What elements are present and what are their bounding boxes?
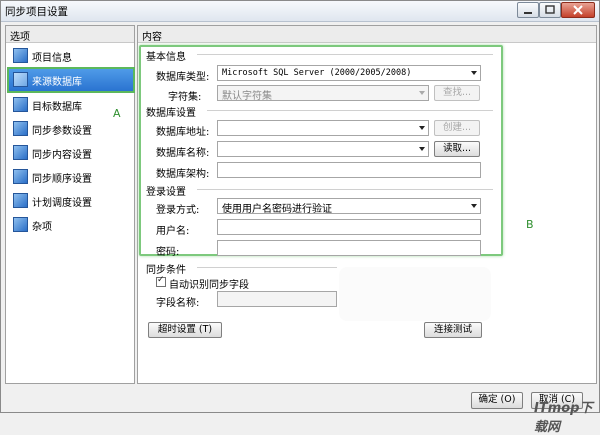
sidebar-item-label: 计划调度设置 xyxy=(32,198,92,209)
db-type-value: Microsoft SQL Server (2000/2005/2008) xyxy=(222,68,412,78)
db-schema-label: 数据库架构: xyxy=(156,169,210,180)
section-basic-title: 基本信息 xyxy=(146,52,186,63)
divider xyxy=(197,189,493,190)
chevron-down-icon xyxy=(419,91,425,95)
sidebar-item-misc[interactable]: 杂项 xyxy=(9,214,133,234)
sidebar-item-label: 项目信息 xyxy=(32,53,72,64)
section-db-title: 数据库设置 xyxy=(146,108,196,119)
password-input[interactable] xyxy=(217,240,481,256)
field-name-input[interactable] xyxy=(217,291,337,307)
sidebar-item-schedule[interactable]: 计划调度设置 xyxy=(9,190,133,210)
annotation-b: B xyxy=(526,218,534,231)
charset-label: 字符集: xyxy=(168,92,202,103)
target-db-icon xyxy=(13,97,28,112)
auto-detect-checkbox[interactable] xyxy=(156,275,166,287)
db-type-label: 数据库类型: xyxy=(156,72,210,83)
divider xyxy=(197,54,493,55)
username-label: 用户名: xyxy=(156,226,190,237)
maximize-button[interactable] xyxy=(539,2,561,18)
db-type-select[interactable]: Microsoft SQL Server (2000/2005/2008) xyxy=(217,65,481,81)
create-button[interactable]: 创建... xyxy=(434,120,480,136)
sync-content-icon xyxy=(13,145,28,160)
db-address-label: 数据库地址: xyxy=(156,127,210,138)
sync-params-icon xyxy=(13,121,28,136)
sidebar-item-project-info[interactable]: 项目信息 xyxy=(9,45,133,65)
sidebar-item-label: 同步顺序设置 xyxy=(32,174,92,185)
db-name-label: 数据库名称: xyxy=(156,148,210,159)
chevron-down-icon xyxy=(419,147,425,151)
password-label: 密码: xyxy=(156,247,180,258)
username-input[interactable] xyxy=(217,219,481,235)
blurred-region xyxy=(339,267,491,321)
db-address-select[interactable] xyxy=(217,120,429,136)
content-header: 内容 xyxy=(138,26,596,43)
options-header: 选项 xyxy=(6,26,134,43)
source-db-icon xyxy=(13,72,28,87)
close-button[interactable] xyxy=(561,2,595,18)
auto-detect-label: 自动识别同步字段 xyxy=(169,280,249,291)
close-icon xyxy=(573,5,583,15)
charset-value: 默认字符集 xyxy=(222,91,272,102)
divider xyxy=(207,110,493,111)
section-login-title: 登录设置 xyxy=(146,187,186,198)
window-title: 同步项目设置 xyxy=(5,6,68,18)
read-button[interactable]: 读取... xyxy=(434,141,480,157)
sync-order-icon xyxy=(13,169,28,184)
chevron-down-icon xyxy=(471,204,477,208)
sidebar-item-source-db[interactable]: 来源数据库 xyxy=(7,67,135,93)
sidebar-item-label: 同步内容设置 xyxy=(32,150,92,161)
sidebar-item-sync-order[interactable]: 同步顺序设置 xyxy=(9,166,133,186)
section-sync-title: 同步条件 xyxy=(146,265,186,276)
db-schema-input[interactable] xyxy=(217,162,481,178)
minimize-button[interactable] xyxy=(517,2,539,18)
chevron-down-icon xyxy=(471,71,477,75)
minimize-icon xyxy=(524,12,532,14)
chevron-down-icon xyxy=(419,126,425,130)
schedule-icon xyxy=(13,193,28,208)
db-name-select[interactable] xyxy=(217,141,429,157)
annotation-a: A xyxy=(113,107,121,120)
login-method-value: 使用用户名密码进行验证 xyxy=(222,204,332,215)
sidebar-item-label: 同步参数设置 xyxy=(32,126,92,137)
maximize-icon xyxy=(545,5,555,14)
ok-button[interactable]: 确定 (O) xyxy=(471,392,523,409)
sidebar-item-label: 目标数据库 xyxy=(32,102,82,113)
field-name-label: 字段名称: xyxy=(156,298,200,309)
divider xyxy=(197,267,337,268)
sidebar-item-label: 杂项 xyxy=(32,222,52,233)
sidebar-item-label: 来源数据库 xyxy=(32,77,82,88)
misc-icon xyxy=(13,217,28,232)
dialog-window: 同步项目设置 选项 项目信息 来源数据库 目标数据库 同步参数设置 同步内容设置… xyxy=(0,0,600,413)
project-info-icon xyxy=(13,48,28,63)
watermark: ITmop下载网 xyxy=(534,401,593,435)
login-method-select[interactable]: 使用用户名密码进行验证 xyxy=(217,198,481,215)
connection-test-button[interactable]: 连接测试 xyxy=(424,322,482,338)
title-bar[interactable]: 同步项目设置 xyxy=(1,1,599,22)
charset-select[interactable]: 默认字符集 xyxy=(217,85,429,102)
timeout-settings-button[interactable]: 超时设置 (T) xyxy=(148,322,222,338)
find-button[interactable]: 查找... xyxy=(434,85,480,101)
login-method-label: 登录方式: xyxy=(156,205,200,216)
sidebar-item-sync-content[interactable]: 同步内容设置 xyxy=(9,142,133,162)
sidebar-item-sync-params[interactable]: 同步参数设置 xyxy=(9,118,133,138)
